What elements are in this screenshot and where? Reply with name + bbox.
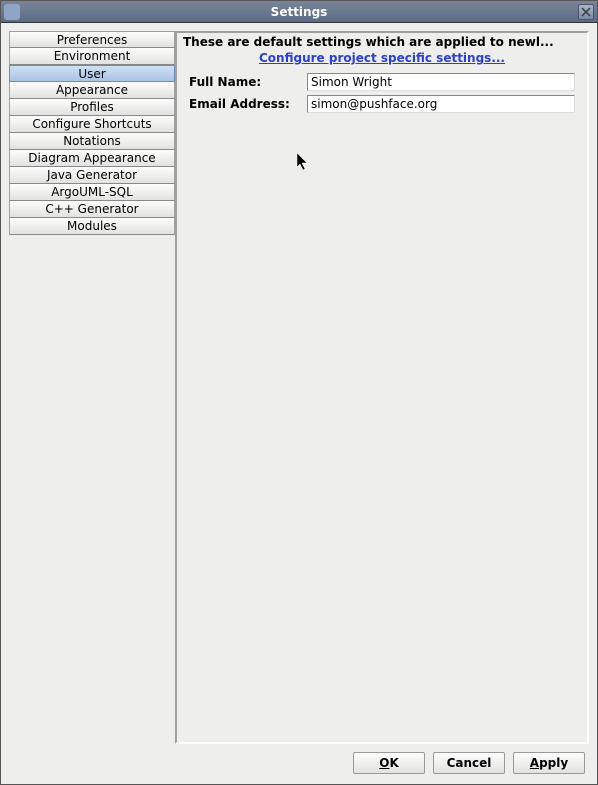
main-area: Preferences Environment User Appearance …: [9, 31, 589, 744]
window-body: Preferences Environment User Appearance …: [1, 23, 597, 784]
apply-button[interactable]: Apply: [513, 752, 585, 774]
sidebar-item-profiles[interactable]: Profiles: [9, 99, 175, 116]
titlebar: Settings: [1, 1, 597, 23]
email-label: Email Address:: [189, 97, 299, 111]
window-title: Settings: [271, 5, 328, 19]
sidebar-item-appearance[interactable]: Appearance: [9, 82, 175, 99]
close-button[interactable]: [578, 4, 594, 20]
settings-window: Settings Preferences Environment User Ap…: [0, 0, 598, 785]
sidebar-item-configure-shortcuts[interactable]: Configure Shortcuts: [9, 116, 175, 133]
sidebar-item-user[interactable]: User: [9, 65, 175, 82]
sidebar-item-cpp-generator[interactable]: C++ Generator: [9, 201, 175, 218]
description-text: These are default settings which are app…: [183, 35, 581, 49]
link-row: Configure project specific settings...: [183, 51, 581, 65]
email-input[interactable]: [307, 95, 575, 113]
app-icon: [4, 4, 20, 20]
sidebar-item-diagram-appearance[interactable]: Diagram Appearance: [9, 150, 175, 167]
ok-button[interactable]: OK: [353, 752, 425, 774]
sidebar-item-preferences[interactable]: Preferences: [9, 31, 175, 48]
sidebar-item-argouml-sql[interactable]: ArgoUML-SQL: [9, 184, 175, 201]
close-icon: [581, 7, 591, 17]
sidebar: Preferences Environment User Appearance …: [9, 31, 175, 744]
fullname-label: Full Name:: [189, 75, 299, 89]
configure-project-link[interactable]: Configure project specific settings...: [259, 51, 505, 65]
fullname-input[interactable]: [307, 73, 575, 91]
sidebar-item-modules[interactable]: Modules: [9, 218, 175, 235]
sidebar-item-java-generator[interactable]: Java Generator: [9, 167, 175, 184]
form-grid: Full Name: Email Address:: [183, 73, 581, 113]
cancel-button[interactable]: Cancel: [433, 752, 505, 774]
sidebar-item-notations[interactable]: Notations: [9, 133, 175, 150]
content-panel: These are default settings which are app…: [175, 31, 589, 744]
sidebar-item-environment[interactable]: Environment: [9, 48, 175, 65]
button-bar: OK Cancel Apply: [9, 750, 589, 776]
